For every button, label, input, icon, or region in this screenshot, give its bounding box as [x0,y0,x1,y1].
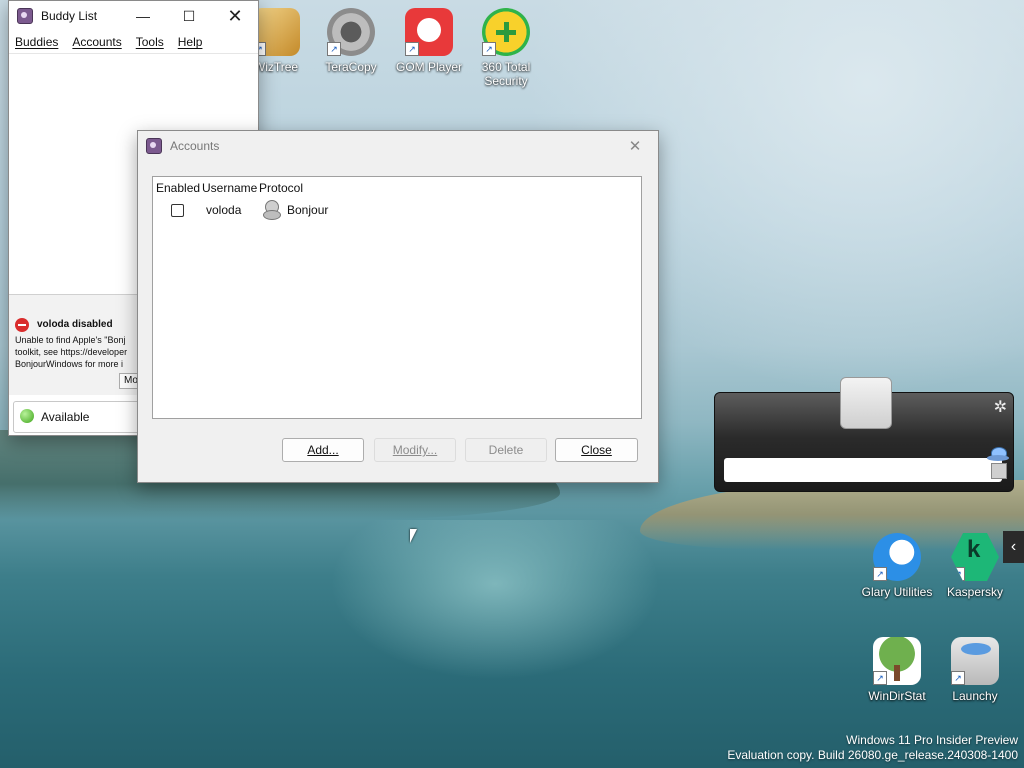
username-cell: voloda [206,203,242,217]
add-account-button[interactable]: Add... [282,438,364,462]
tree-trunk-icon [894,665,900,681]
shortcut-arrow-icon: ↗ [951,671,965,685]
buddy-list-titlebar[interactable]: Buddy List — ☐ ✕ [9,1,258,31]
launchy-knob [840,377,892,429]
menu-buddies[interactable]: Buddies [15,35,58,49]
shortcut-arrow-icon: ↗ [951,567,965,581]
kaspersky-icon: k ↗ [951,533,999,581]
window-title: Buddy List [41,9,98,23]
modify-account-button[interactable]: Modify... [374,438,456,462]
gom-inner-icon [417,18,441,42]
mouse-cursor-icon [410,529,417,543]
desktop-icon-launchy[interactable]: ↗ Launchy [935,637,1015,703]
maximize-button[interactable]: ☐ [166,1,212,31]
tree-icon: ↗ [873,637,921,685]
notice-line: toolkit, see https://developer [15,347,128,357]
close-dialog-button[interactable]: Close [555,438,638,462]
column-header-username[interactable]: Username [202,181,259,199]
desktop-icon-label: TeraCopy [325,60,377,74]
glary-utilities-icon: ↗ [873,533,921,581]
bonjour-icon-body [263,210,281,220]
desktop-icon-label: Launchy [952,689,998,703]
desktop-icon-teracopy[interactable]: ↗ TeraCopy [311,8,391,74]
menu-help[interactable]: Help [178,35,203,49]
modify-button-label: Modify... [392,443,438,457]
column-header-protocol[interactable]: Protocol [259,181,303,199]
menu-accounts[interactable]: Accounts [72,35,121,49]
watermark-line-1: Windows 11 Pro Insider Preview [846,733,1018,747]
error-icon-bar [18,324,26,326]
shortcut-arrow-icon: ↗ [873,567,887,581]
status-label: Available [41,410,90,424]
add-button-label: Add... [307,443,339,457]
windows-watermark: Windows 11 Pro Insider Preview Evaluatio… [727,733,1018,763]
delete-account-button[interactable]: Delete [465,438,547,462]
shortcut-arrow-icon: ↗ [327,42,341,56]
accounts-titlebar[interactable]: Accounts ✕ [138,131,658,161]
desktop-icon-360-total-security[interactable]: ↗ 360 Total Security [466,8,546,88]
notice-title: voloda disabled [37,319,113,330]
error-icon [15,318,29,332]
plus-icon-vertical [504,22,509,42]
shortcut-arrow-icon: ↗ [482,42,496,56]
menu-tools[interactable]: Tools [136,35,164,49]
protocol-cell: Bonjour [287,203,329,217]
enabled-checkbox[interactable] [171,204,184,217]
desktop-icon-label: WinDirStat [868,689,926,703]
menu-bar: Buddies Accounts Tools Help [9,31,258,54]
close-icon[interactable]: ✕ [612,131,658,161]
accounts-table[interactable]: Enabled Username Protocol voloda Bonjour [152,176,642,419]
ufo-icon [961,643,991,655]
delete-button-label: Delete [488,443,524,457]
desktop-icon-glary-utilities[interactable]: ↗ Glary Utilities [857,533,937,599]
dialog-title: Accounts [170,139,220,153]
table-header: Enabled Username Protocol [156,181,303,199]
watermark-line-2: Evaluation copy. Build 26080.ge_release.… [727,748,1018,762]
close-button[interactable]: ✕ [212,1,258,31]
desktop-icon-windirstat[interactable]: ↗ WinDirStat [857,637,937,703]
teracopy-icon: ↗ [327,8,375,56]
desktop-icon-label: 360 Total Security [481,60,531,88]
desktop-icon-label: Glary Utilities [861,585,933,599]
accounts-dialog[interactable]: Accounts ✕ Enabled Username Protocol vol… [137,130,659,483]
pidgin-icon [146,138,162,154]
wiztree-icon: ↗ [252,8,300,56]
launchy-widget[interactable]: ✲ [714,377,1014,492]
desktop-icon-label: Kaspersky [946,585,1004,599]
pidgin-icon [17,8,33,24]
desktop-icon-gom-player[interactable]: ↗ GOM Player [389,8,469,74]
water-reflection [330,520,660,680]
status-available-icon [20,409,34,423]
box-icon [991,463,1007,479]
gom-player-icon: ↗ [405,8,453,56]
notice-line: Unable to find Apple's "Bonj [15,335,126,345]
kaspersky-letter-icon: k [967,536,981,563]
shortcut-arrow-icon: ↗ [405,42,419,56]
close-button-label: Close [581,443,612,457]
shortcut-arrow-icon: ↗ [873,671,887,685]
ufo-base-icon [987,455,1009,461]
launchy-search-input[interactable] [724,458,1002,482]
launchy-icon: ↗ [951,637,999,685]
ufo-icon [987,447,1009,479]
chevron-left-icon[interactable]: ‹ [1003,531,1024,563]
desktop-icon-label: GOM Player [395,60,462,74]
plus-shield-icon: ↗ [482,8,530,56]
notice-line: BonjourWindows for more i [15,359,124,369]
column-header-enabled[interactable]: Enabled [156,181,202,199]
minimize-button[interactable]: — [120,1,166,31]
table-row[interactable]: voloda Bonjour [153,199,639,221]
bonjour-protocol-icon [261,199,281,220]
gear-icon[interactable]: ✲ [994,397,1007,417]
